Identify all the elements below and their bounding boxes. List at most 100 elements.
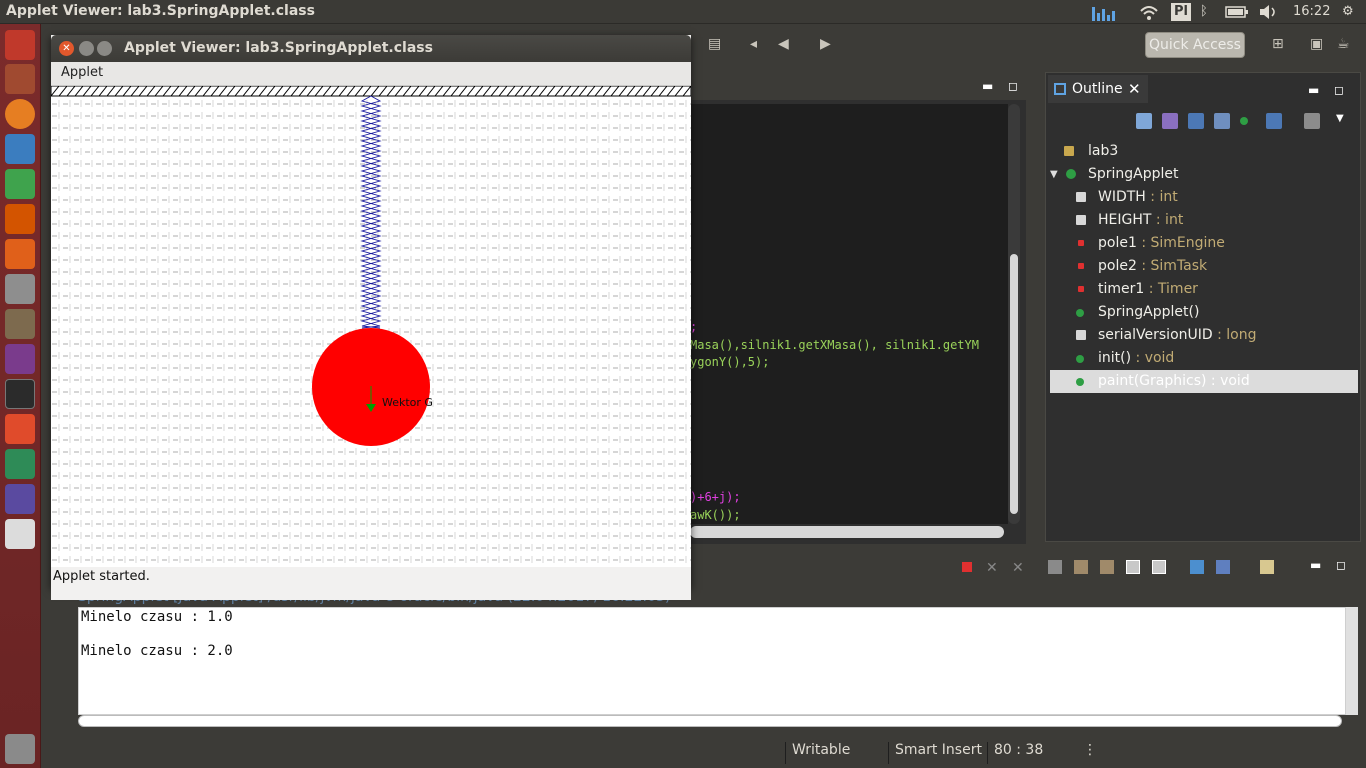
minimize-window-icon[interactable] <box>79 41 94 56</box>
applet-titlebar[interactable]: ✕ Applet Viewer: lab3.SpringApplet.class <box>51 35 691 62</box>
package-icon <box>1064 146 1074 156</box>
volume-icon[interactable] <box>1258 3 1280 21</box>
editor-vertical-scrollbar[interactable] <box>1008 104 1020 524</box>
hide-nonpublic-icon[interactable] <box>1240 117 1248 125</box>
close-icon[interactable]: ✕ <box>1128 75 1141 103</box>
view-menu-icon[interactable]: ▼ <box>1336 113 1352 129</box>
remove-launch-icon[interactable]: ✕ <box>986 560 1000 576</box>
workspace-switcher-icon[interactable] <box>5 344 35 374</box>
maximize-icon[interactable]: ◻ <box>1336 558 1346 572</box>
terminal-icon[interactable] <box>5 379 35 409</box>
show-on-stderr-icon[interactable] <box>1152 560 1166 574</box>
maximize-window-icon[interactable] <box>97 41 112 56</box>
console-horizontal-scrollbar[interactable] <box>78 715 1342 727</box>
terminate-icon[interactable] <box>962 562 972 572</box>
outline-item-field[interactable]: WIDTH : int <box>1050 186 1358 209</box>
display-console-icon[interactable] <box>1216 560 1230 574</box>
code-line: )+6+j); <box>690 490 741 504</box>
applet-menubar: Applet <box>51 62 691 86</box>
writer-icon[interactable] <box>5 134 35 164</box>
new-perspective-icon[interactable]: ⊞ <box>1272 36 1284 52</box>
applet-status-text: Applet started. <box>53 569 150 584</box>
code-line: ; <box>690 320 698 334</box>
editor-horizontal-scrollbar[interactable] <box>690 526 1004 538</box>
trash-icon[interactable] <box>5 734 35 764</box>
settings-gear-icon[interactable]: ⚙ <box>1342 3 1354 21</box>
clear-console-icon[interactable] <box>1048 560 1062 574</box>
pin-console-icon[interactable] <box>1190 560 1204 574</box>
quick-access-field[interactable]: Quick Access <box>1145 32 1245 58</box>
public-method-icon <box>1076 309 1084 317</box>
open-perspective-icon[interactable]: ▤ <box>708 36 721 52</box>
console-output[interactable]: Minelo czasu : 1.0 Minelo czasu : 2.0 <box>78 607 1346 715</box>
keyboard-layout-indicator[interactable]: Pl <box>1171 3 1191 21</box>
minimize-icon[interactable]: ▬ <box>1308 83 1319 97</box>
collapse-all-icon[interactable] <box>1136 113 1152 129</box>
applet-viewer-window: ✕ Applet Viewer: lab3.SpringApplet.class… <box>51 35 691 600</box>
software-center-icon[interactable] <box>5 239 35 269</box>
maximize-icon[interactable]: ◻ <box>1334 83 1344 97</box>
battery-icon[interactable] <box>1225 3 1249 21</box>
sort-icon[interactable] <box>1162 113 1178 129</box>
impress-icon[interactable] <box>5 204 35 234</box>
code-line: Masa(),silnik1.getXMasa(), silnik1.getYM <box>690 338 979 352</box>
hide-fields-icon[interactable] <box>1188 113 1204 129</box>
minimize-icon[interactable]: ▬ <box>982 79 993 93</box>
remove-all-icon[interactable]: ✕ <box>1012 560 1026 576</box>
back-icon[interactable]: ◀ <box>778 36 789 52</box>
scrollbar-thumb[interactable] <box>1010 254 1018 514</box>
status-separator-handle[interactable]: ⋮ <box>1077 742 1097 764</box>
scroll-lock-icon[interactable] <box>1074 560 1088 574</box>
forward-icon[interactable]: ▶ <box>820 36 831 52</box>
outline-item-field[interactable]: timer1 : Timer <box>1050 278 1358 301</box>
code-line: awK()); <box>690 508 741 522</box>
outline-item-field[interactable]: pole1 : SimEngine <box>1050 232 1358 255</box>
minimize-icon[interactable]: ▬ <box>1310 558 1321 572</box>
expand-arrow-icon[interactable]: ▼ <box>1050 163 1058 186</box>
java-icon[interactable] <box>5 519 35 549</box>
java-perspective-icon[interactable]: ☕ <box>1337 36 1350 52</box>
static-final-field-icon <box>1076 192 1086 202</box>
cursor-position-status: 80 : 38 <box>987 742 1043 764</box>
wifi-icon[interactable] <box>1139 3 1159 21</box>
system-monitor-icon[interactable] <box>1090 3 1130 21</box>
bluetooth-icon[interactable]: ᛒ <box>1200 3 1208 21</box>
resource-perspective-icon[interactable]: ▣ <box>1310 36 1323 52</box>
outline-item-constructor[interactable]: SpringApplet() <box>1050 301 1358 324</box>
open-console-icon[interactable] <box>1260 560 1274 574</box>
maximize-icon[interactable]: ◻ <box>1008 79 1018 93</box>
outline-item-package[interactable]: lab3 <box>1050 140 1358 163</box>
calc-icon[interactable] <box>5 169 35 199</box>
outline-item-method[interactable]: init() : void <box>1050 347 1358 370</box>
console-vertical-scrollbar[interactable] <box>1346 607 1358 715</box>
gimp-icon[interactable] <box>5 309 35 339</box>
last-edit-icon[interactable]: ◂ <box>750 36 757 52</box>
hide-local-types-icon[interactable] <box>1266 113 1282 129</box>
clock[interactable]: 16:22 <box>1293 3 1330 21</box>
eclipse-icon[interactable] <box>5 484 35 514</box>
outline-item-field[interactable]: HEIGHT : int <box>1050 209 1358 232</box>
outline-item-field[interactable]: serialVersionUID : long <box>1050 324 1358 347</box>
menu-applet[interactable]: Applet <box>61 65 103 80</box>
update-manager-icon[interactable] <box>5 449 35 479</box>
files-icon[interactable] <box>5 64 35 94</box>
app-grid-icon[interactable] <box>5 414 35 444</box>
outline-item-method-selected[interactable]: paint(Graphics) : void <box>1050 370 1358 393</box>
active-window-title: Applet Viewer: lab3.SpringApplet.class <box>6 3 315 19</box>
hide-static-icon[interactable] <box>1214 113 1230 129</box>
tab-outline[interactable]: Outline ✕ <box>1048 75 1148 103</box>
word-wrap-icon[interactable] <box>1100 560 1114 574</box>
static-final-field-icon <box>1076 330 1086 340</box>
system-settings-icon[interactable] <box>5 274 35 304</box>
code-editor[interactable]: ; Masa(),silnik1.getXMasa(), silnik1.get… <box>690 104 1008 524</box>
dash-icon[interactable] <box>5 30 35 60</box>
vector-g-label: Wektor G <box>382 396 433 409</box>
outline-item-class[interactable]: ▼ SpringApplet <box>1050 163 1358 186</box>
focus-icon[interactable] <box>1304 113 1320 129</box>
top-panel: Applet Viewer: lab3.SpringApplet.class P… <box>0 0 1366 24</box>
outline-item-field[interactable]: pole2 : SimTask <box>1050 255 1358 278</box>
firefox-icon[interactable] <box>5 99 35 129</box>
show-on-stdout-icon[interactable] <box>1126 560 1140 574</box>
close-window-icon[interactable]: ✕ <box>59 41 74 56</box>
private-field-icon <box>1078 240 1084 246</box>
